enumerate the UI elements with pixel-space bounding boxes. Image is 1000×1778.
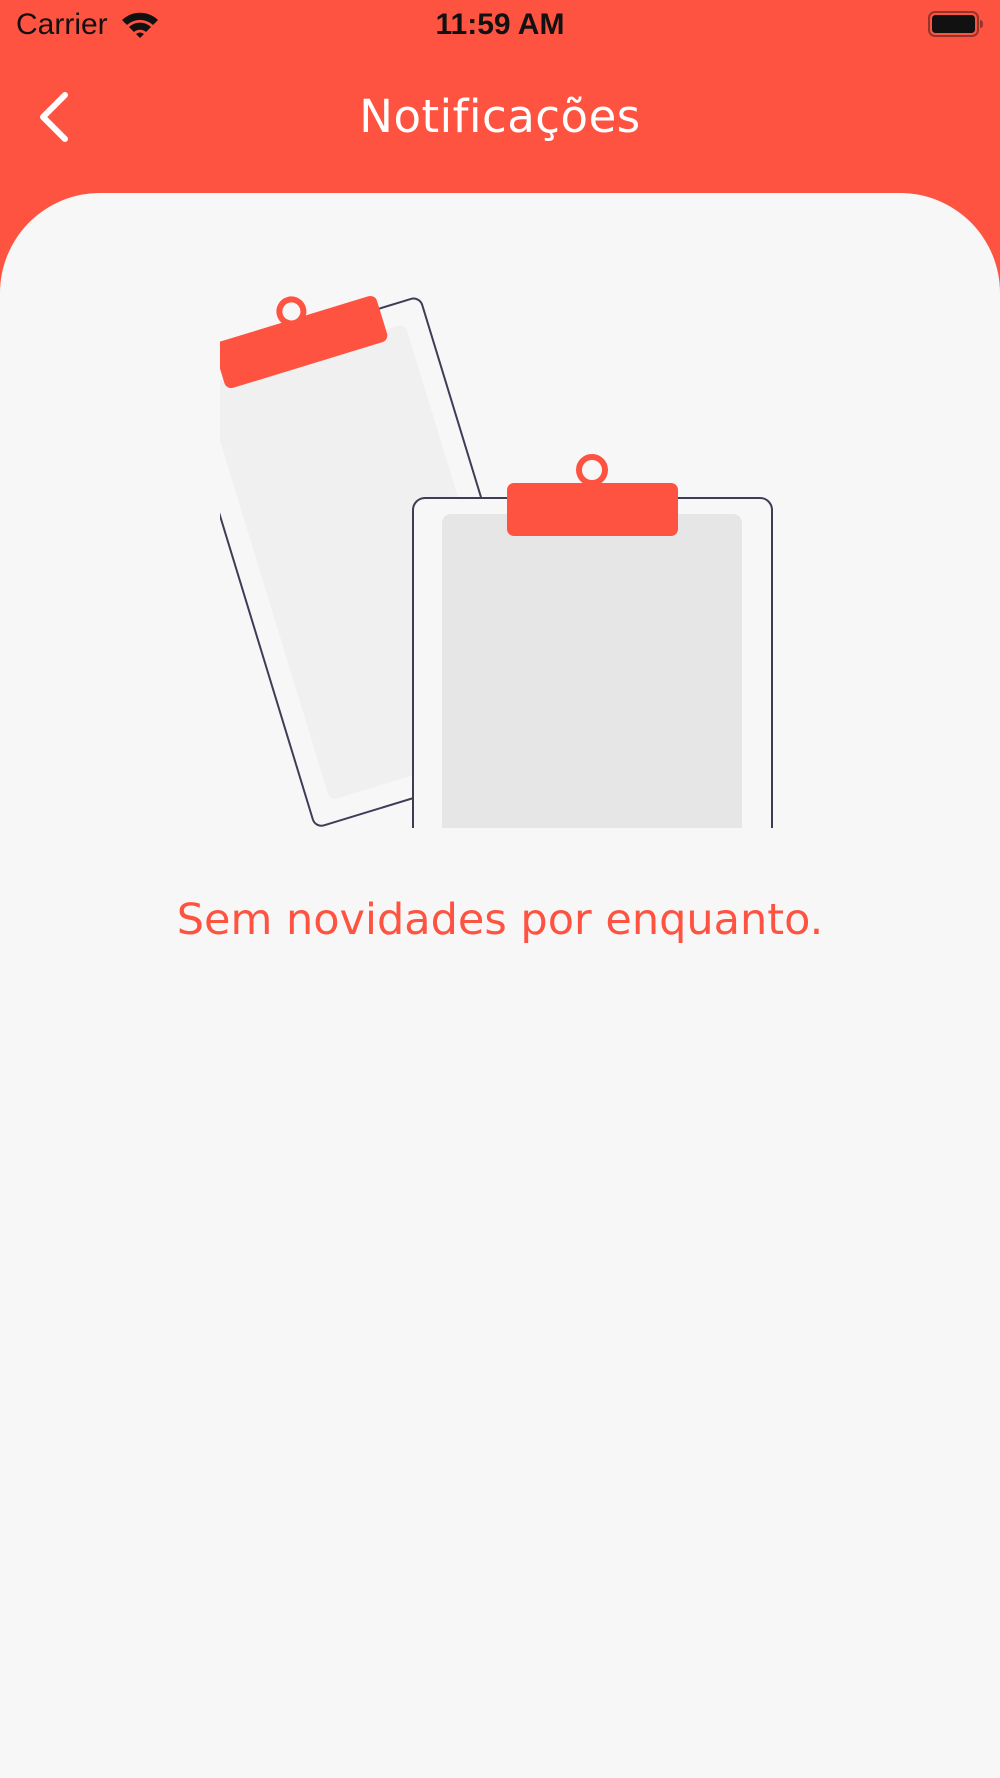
navigation-bar: Notificações: [0, 60, 1000, 190]
front-clipboard: [412, 454, 773, 911]
content-panel: Sem novidades por enquanto.: [0, 193, 1000, 1778]
page-title: Notificações: [359, 90, 641, 143]
empty-clipboards-illustration: [176, 283, 780, 911]
status-bar: Carrier 11:59 AM: [0, 0, 1000, 50]
battery-icon: [928, 11, 984, 37]
empty-state-message: Sem novidades por enquanto.: [176, 895, 824, 945]
status-time: 11:59 AM: [435, 8, 565, 41]
